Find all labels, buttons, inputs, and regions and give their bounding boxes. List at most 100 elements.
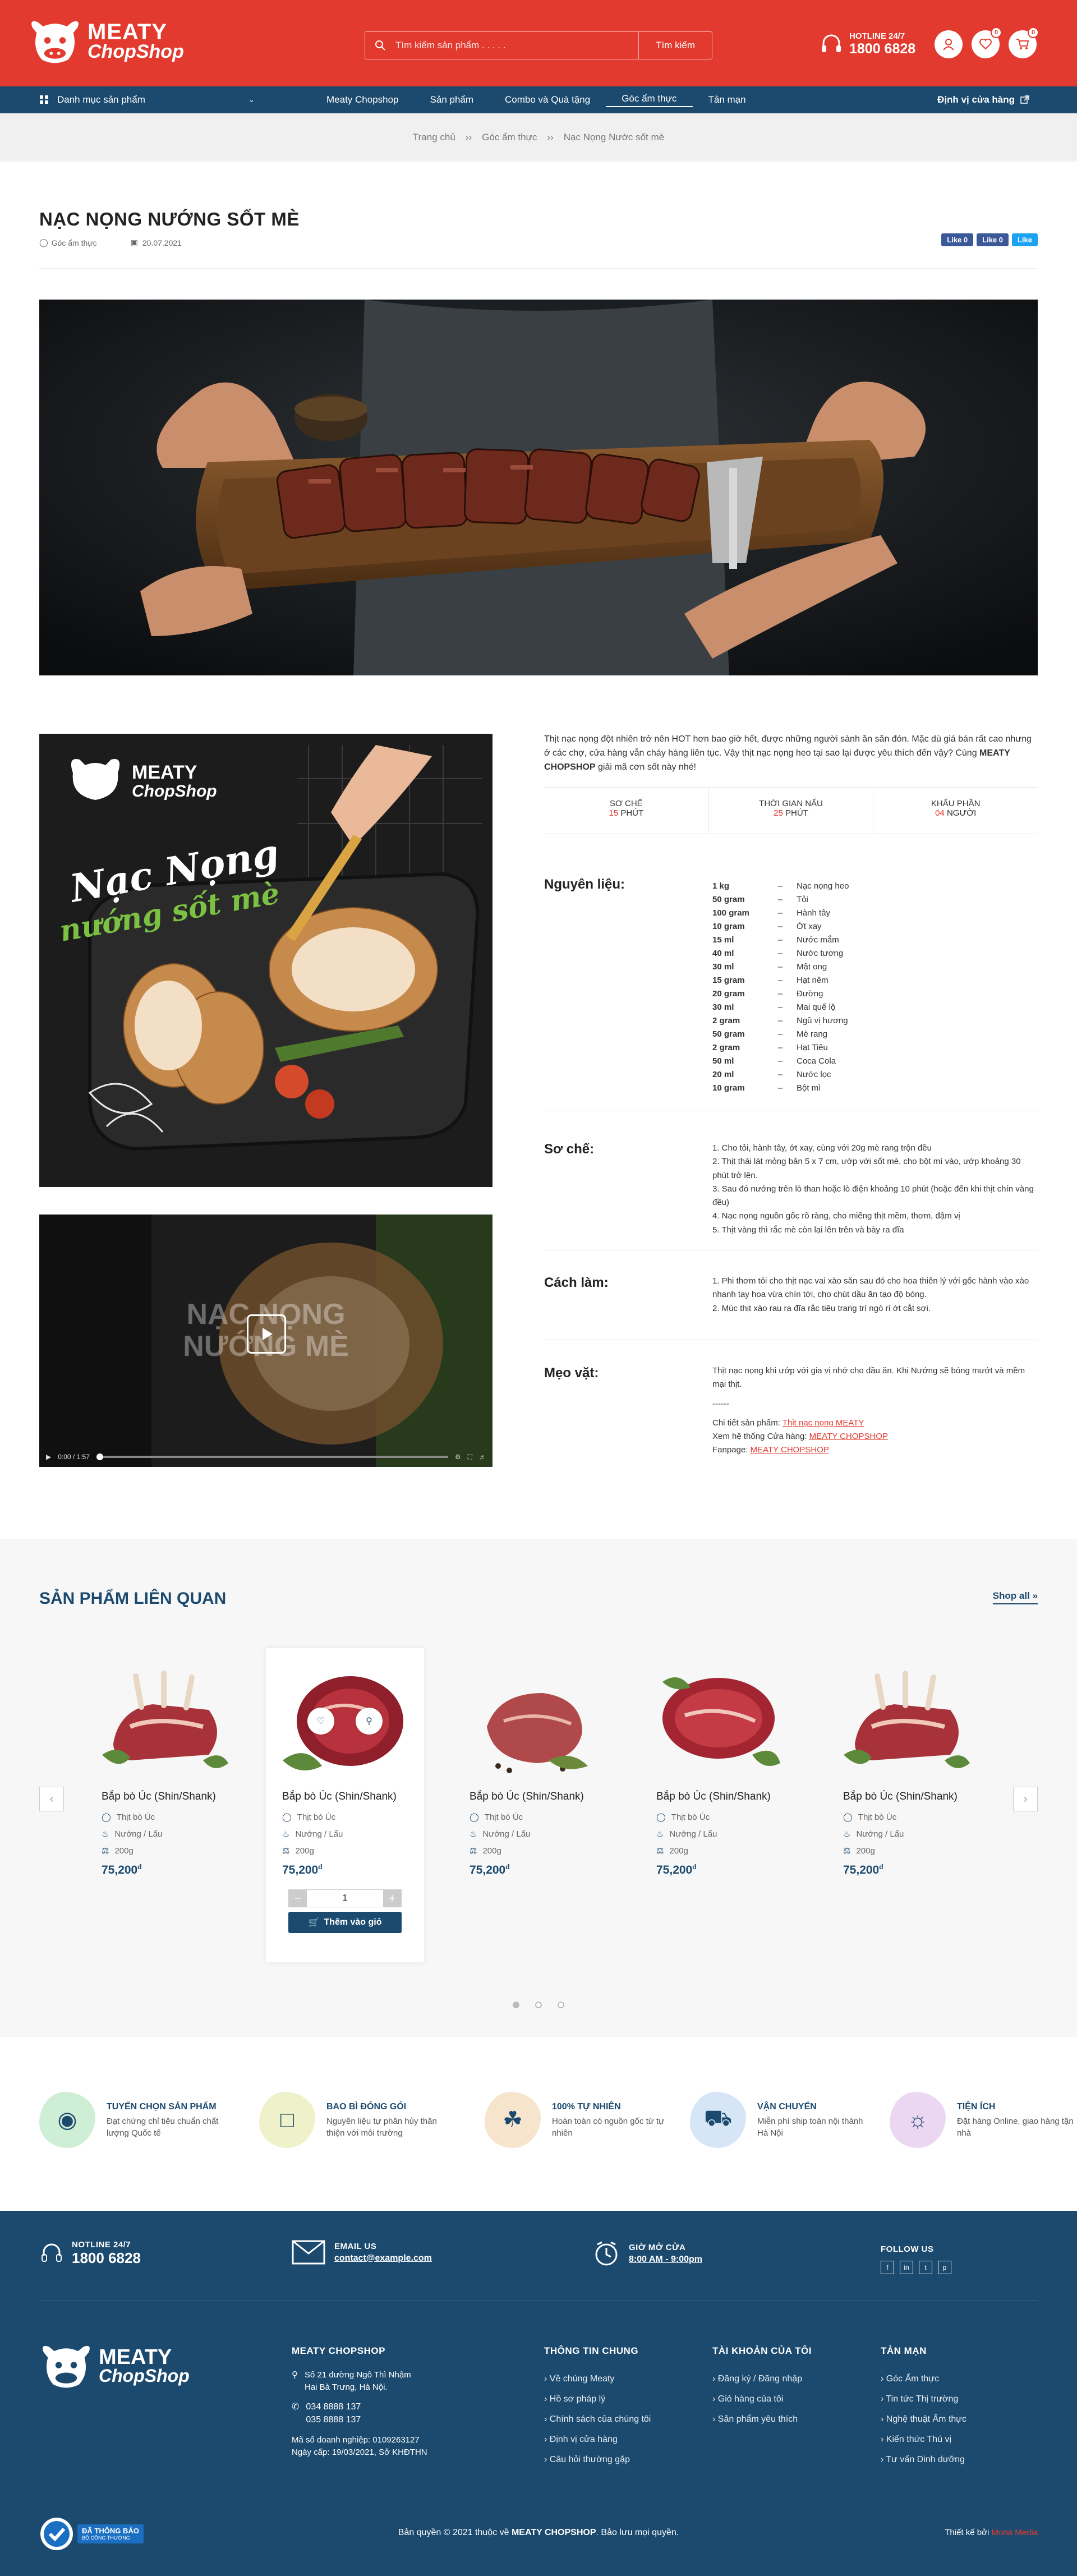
decrease-qty-button[interactable]: − [289,1890,307,1907]
hotline-number[interactable]: 1800 6828 [849,41,915,57]
footer-info-link[interactable]: › Hồ sơ pháp lý [544,2389,651,2409]
product-use-label: Nướng / Lẩu [669,1829,717,1839]
play-button[interactable] [247,1314,286,1354]
carousel-next-button[interactable]: › [1013,1787,1038,1811]
breadcrumb-current: Nạc Nọng Nước sốt mè [563,132,665,142]
product-image [487,1693,588,1773]
play-small-icon[interactable]: ▶ [46,1453,51,1461]
product-image-wrap[interactable] [96,1659,231,1783]
store-system-link[interactable]: MEATY CHOPSHOP [809,1432,888,1441]
facebook-icon[interactable]: f [881,2261,894,2274]
nav-item-meaty-chopshop[interactable]: Meaty Chopshop [311,94,415,105]
facebook-like-button-2[interactable]: Like 0 [977,233,1009,246]
footer-phone[interactable]: 034 8888 137 [306,2402,361,2412]
product-image-wrap[interactable] [464,1659,599,1783]
ingredient-dash: – [777,962,783,972]
quantity-value[interactable]: 1 [307,1893,383,1903]
settings-icon[interactable]: ⚙ [455,1453,461,1461]
footer-account-link[interactable]: › Đăng ký / Đăng nhập [712,2369,812,2389]
search-input[interactable] [395,40,639,51]
product-name[interactable]: Bắp bò Úc (Shin/Shank) [102,1791,216,1803]
nav-item-products[interactable]: Sản phẩm [415,94,490,105]
carousel-dot[interactable] [513,2002,519,2008]
footer-link-label: Đăng ký / Đăng nhập [717,2374,803,2384]
twitter-icon[interactable]: t [919,2261,932,2274]
feature-icon-blob: ⛟ [690,2092,746,2148]
footer-logo[interactable]: MEATY ChopShop [39,2341,190,2390]
breadcrumb-category[interactable]: Góc ẩm thực [482,132,537,143]
progress-handle[interactable] [96,1453,103,1460]
volume-icon[interactable]: ♬ [479,1453,486,1461]
article-category[interactable]: ◯ Góc ẩm thực [39,238,97,247]
account-button[interactable] [935,30,963,58]
add-to-cart-button[interactable]: 🛒 Thêm vào giỏ [288,1912,402,1933]
breadcrumb-home[interactable]: Trang chủ [413,132,455,143]
user-icon [943,39,954,50]
linkedin-icon[interactable]: in [900,2261,913,2274]
video-progress-bar[interactable] [96,1453,448,1460]
product-name[interactable]: Bắp bò Úc (Shin/Shank) [843,1791,958,1803]
carousel-prev-button[interactable]: ‹ [39,1787,64,1811]
quick-view-button[interactable]: ⚲ [356,1708,383,1735]
footer-info-link[interactable]: › Về chúng Meaty [544,2369,651,2389]
carousel-dot[interactable] [535,2002,542,2008]
add-to-cart-label: Thêm vào giỏ [324,1917,382,1927]
footer-info-link[interactable]: › Định vị cửa hàng [544,2430,651,2450]
recipe-video-player[interactable]: NẠC NỌNG NƯỚNG MÈ ▶ 0:00 / 1:57 ⚙ ⛶ ♬ [39,1215,493,1467]
shop-all-link[interactable]: Shop all » [992,1590,1038,1604]
footer-info-link[interactable]: › Chính sách của chúng tôi [544,2409,651,2430]
recipe-poster-image: MEATY ChopShop Nạc Nọng nướng sốt mè [39,734,493,1187]
footer-info-link[interactable]: › Câu hỏi thường gặp [544,2450,651,2470]
prep-step: 4. Nạc nọng nguồn gốc rõ ràng, cho miếng… [712,1211,960,1221]
search-button[interactable]: Tìm kiếm [638,32,712,59]
twitter-button[interactable]: Like [1011,233,1038,246]
cart-button[interactable]: 0 [1009,27,1039,58]
product-name[interactable]: Bắp bò Úc (Shin/Shank) [470,1791,584,1803]
product-card[interactable]: Bắp bò Úc (Shin/Shank) ◯ Thịt bò Úc ♨ Nướng … [266,1648,424,1962]
product-name[interactable]: Bắp bò Úc (Shin/Shank) [282,1791,397,1803]
recipe-stats: SƠ CHẾ 15 PHÚT THỜI GIAN NẤU 25 PHÚT KHẨU … [544,787,1038,834]
product-weight: ⚖ 200g [102,1846,134,1856]
nav-item-blog[interactable]: Tản mạn [693,94,762,105]
pinterest-icon[interactable]: p [938,2261,951,2274]
designer-link[interactable]: Mona Media [991,2528,1038,2537]
nav-item-combo[interactable]: Combo và Quà tặng [489,94,606,105]
add-to-wishlist-button[interactable]: ♡ [307,1708,334,1735]
footer-blog-link[interactable]: › Tin tức Thị trường [881,2389,966,2409]
nav-item-food-corner[interactable]: Góc ẩm thực [606,93,693,107]
carousel-dot[interactable] [558,2002,564,2008]
footer-blog-link[interactable]: › Tư vấn Dinh dưỡng [881,2450,966,2470]
product-image-wrap[interactable] [651,1659,786,1783]
product-image-wrap[interactable] [277,1659,412,1783]
chevron-left-icon: ‹ [49,1792,54,1805]
site-logo[interactable]: MEATY ChopShop [28,16,184,66]
product-name[interactable]: Bắp bò Úc (Shin/Shank) [656,1791,771,1803]
wishlist-button[interactable]: 0 [972,27,1002,58]
cart-icon: ☼ [907,2107,928,2132]
store-locator-link[interactable]: Định vị cửa hàng [937,86,1029,113]
footer-account-link[interactable]: › Sản phẩm yêu thích [712,2409,812,2430]
product-image-wrap[interactable] [838,1659,973,1783]
fanpage-link[interactable]: MEATY CHOPSHOP [751,1445,829,1455]
footer-blog-link[interactable]: › Kiến thức Thú vị [881,2430,966,2450]
footer-company-heading: MEATY CHOPSHOP [292,2345,385,2356]
footer-account-link[interactable]: › Giỏ hàng của tôi [712,2389,812,2409]
increase-qty-button[interactable]: + [383,1890,401,1907]
fullscreen-icon[interactable]: ⛶ [468,1453,472,1461]
product-use: ♨ Nướng / Lẩu [470,1829,530,1839]
footer-blog-link[interactable]: › Góc Ẩm thực [881,2369,966,2389]
category-menu[interactable]: Danh mục sản phẩm ⌄ [39,86,255,113]
footer-hotline-number[interactable]: 1800 6828 [72,2250,141,2267]
package-icon: □ [280,2107,294,2132]
footer-phone[interactable]: 035 8888 137 [306,2415,361,2425]
facebook-like-button[interactable]: Like 0 [941,233,974,246]
product-card[interactable]: Bắp bò Úc (Shin/Shank) ◯ Thịt bò Úc ♨ Nướng … [85,1648,243,1962]
product-detail-link[interactable]: Thịt nạc nọng MEATY [783,1418,864,1428]
ingredients-list: 1 kg – Nạc nọng heo 50 gram – Tỏi 100 gram – Hàn… [712,880,1038,1095]
main-nav: Danh mục sản phẩm ⌄ Meaty Chopshop Sản p… [0,86,1077,113]
footer-email-link[interactable]: contact@example.com [334,2253,432,2264]
product-card[interactable]: Bắp bò Úc (Shin/Shank) ◯ Thịt bò Úc ♨ Nướng … [453,1648,611,1962]
product-card[interactable]: Bắp bò Úc (Shin/Shank) ◯ Thịt bò Úc ♨ Nướng … [827,1648,985,1962]
footer-blog-link[interactable]: › Nghệ thuật Ẩm thực [881,2409,966,2430]
product-card[interactable]: Bắp bò Úc (Shin/Shank) ◯ Thịt bò Úc ♨ Nướng … [640,1648,798,1962]
